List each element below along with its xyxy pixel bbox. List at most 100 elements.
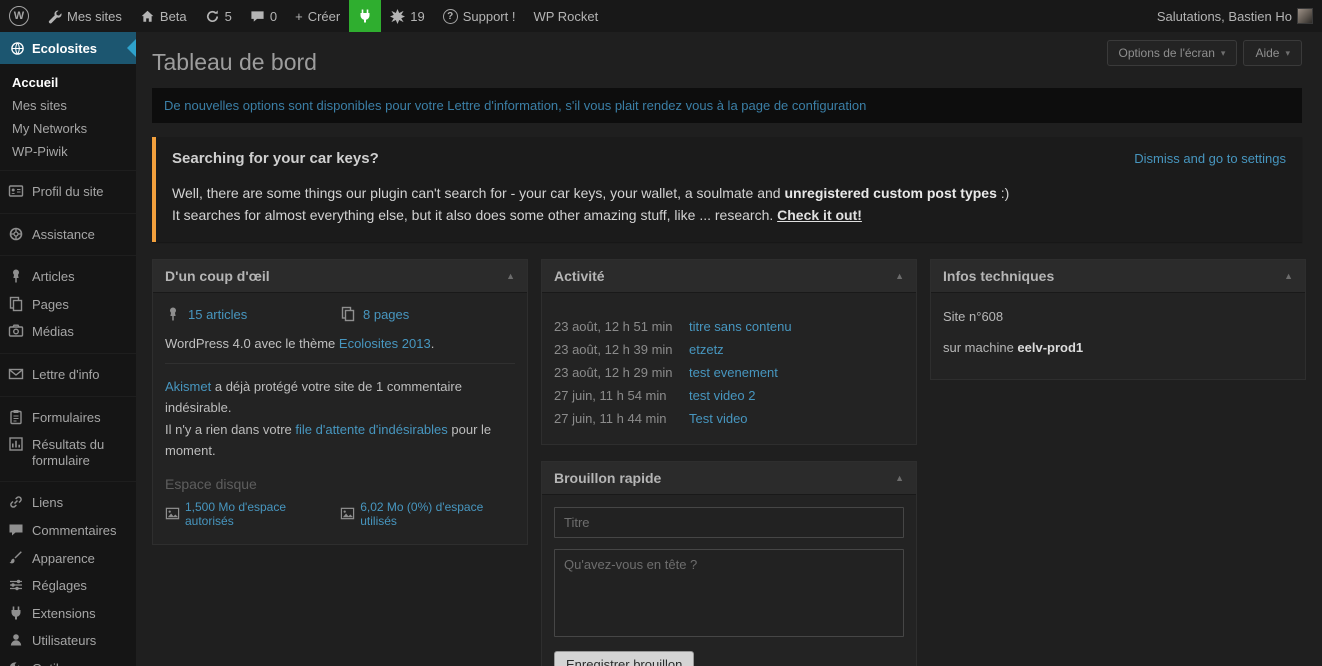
sidebar-item-liens[interactable]: Liens xyxy=(0,489,136,517)
pages-icon xyxy=(8,296,24,312)
widget-title: Infos techniques xyxy=(943,268,1054,284)
sidebar-item-ecolosites[interactable]: Ecolosites xyxy=(0,32,136,64)
quick-draft-widget-header[interactable]: Brouillon rapide ▲ xyxy=(542,462,916,495)
spam-queue-link[interactable]: file d'attente d'indésirables xyxy=(295,422,447,437)
pushpin-icon xyxy=(165,306,181,322)
image-icon xyxy=(165,506,180,521)
check-it-out-link[interactable]: Check it out! xyxy=(777,207,862,223)
help-button[interactable]: Aide ▾ xyxy=(1243,40,1302,66)
comment-icon xyxy=(250,9,265,24)
disk-allowed-link[interactable]: 1,500 Mo d'espace autorisés xyxy=(185,500,330,528)
akismet-link[interactable]: Akismet xyxy=(165,379,211,394)
newsletter-update-link[interactable]: De nouvelles options sont disponibles po… xyxy=(164,98,866,113)
sidebar-group-newsletter: Lettre d'info xyxy=(0,353,136,396)
notice-text: It searches for almost everything else, … xyxy=(172,207,777,223)
activity-widget-header[interactable]: Activité ▲ xyxy=(542,260,916,293)
column-2: Activité ▲ 23 août, 12 h 51 min titre sa… xyxy=(541,259,917,666)
sidebar-group-assistance: Assistance xyxy=(0,213,136,256)
notifications-button[interactable]: 19 xyxy=(381,0,433,32)
sidebar-item-label: Extensions xyxy=(32,606,128,622)
search-notice-title: Searching for your car keys? xyxy=(172,150,379,167)
collapse-icon[interactable]: ▲ xyxy=(1284,271,1293,281)
sidebar-item-apparence[interactable]: Apparence xyxy=(0,545,136,573)
my-sites-menu[interactable]: Mes sites xyxy=(38,0,131,32)
sidebar-item-label: Résultats du formulaire xyxy=(32,437,128,468)
sidebar-item-label: Articles xyxy=(32,269,128,285)
activity-post-link[interactable]: Test video xyxy=(689,411,748,426)
draft-content-textarea[interactable] xyxy=(554,549,904,637)
notice-text: :) xyxy=(997,185,1009,201)
activity-row: 23 août, 12 h 29 min test evenement xyxy=(542,361,916,384)
collapse-icon[interactable]: ▲ xyxy=(506,271,515,281)
admin-bar: W Mes sites Beta 5 0 + Créer 19 xyxy=(0,0,1322,32)
tech-info-widget: Infos techniques ▲ Site n°608 sur machin… xyxy=(930,259,1306,380)
notice-text: Well, there are some things our plugin c… xyxy=(172,185,784,201)
activity-post-link[interactable]: test video 2 xyxy=(689,388,756,403)
tech-info-widget-header[interactable]: Infos techniques ▲ xyxy=(931,260,1305,293)
account-menu[interactable]: Salutations, Bastien Ho xyxy=(1148,0,1322,32)
comment-icon xyxy=(8,522,24,538)
sidebar-item-outils[interactable]: Outils xyxy=(0,655,136,666)
activity-post-link[interactable]: titre sans contenu xyxy=(689,319,792,334)
sidebar-item-accueil[interactable]: Accueil xyxy=(0,71,136,94)
updates-button[interactable]: 5 xyxy=(196,0,241,32)
sidebar-item-lettre-dinfo[interactable]: Lettre d'info xyxy=(0,361,136,389)
sidebar-site-title: Ecolosites xyxy=(32,41,97,56)
comments-button[interactable]: 0 xyxy=(241,0,286,32)
activity-date: 27 juin, 11 h 54 min xyxy=(554,388,689,403)
sidebar-item-profil-du-site[interactable]: Profil du site xyxy=(0,178,136,206)
screen-options-button[interactable]: Options de l'écran ▾ xyxy=(1107,40,1238,66)
sidebar-item-mes-sites[interactable]: Mes sites xyxy=(0,94,136,117)
sidebar-item-my-networks[interactable]: My Networks xyxy=(0,117,136,140)
wp-rocket-menu[interactable]: WP Rocket xyxy=(524,0,607,32)
theme-link[interactable]: Ecolosites 2013 xyxy=(339,336,431,351)
version-text: . xyxy=(431,336,435,351)
sidebar-item-pages[interactable]: Pages xyxy=(0,291,136,319)
sidebar-item-resultats-formulaire[interactable]: Résultats du formulaire xyxy=(0,431,136,474)
chevron-down-icon: ▾ xyxy=(1221,48,1226,59)
support-button[interactable]: ? Support ! xyxy=(434,0,525,32)
comments-count: 0 xyxy=(270,9,277,24)
sidebar-item-label: Profil du site xyxy=(32,184,128,200)
glance-widget-header[interactable]: D'un coup d'œil ▲ xyxy=(153,260,527,293)
dashboard-columns: D'un coup d'œil ▲ 15 articles 8 pages xyxy=(152,259,1302,666)
home-icon xyxy=(140,9,155,24)
notice-bold-text: unregistered custom post types xyxy=(784,185,996,201)
draft-title-input[interactable] xyxy=(554,507,904,538)
plus-icon: + xyxy=(295,9,303,24)
sidebar-item-utilisateurs[interactable]: Utilisateurs xyxy=(0,627,136,655)
greeting-label: Salutations, Bastien Ho xyxy=(1157,9,1292,24)
sidebar-item-label: Pages xyxy=(32,297,128,313)
sidebar-group-profile: Profil du site xyxy=(0,170,136,213)
activity-date: 23 août, 12 h 51 min xyxy=(554,319,689,334)
page-title: Tableau de bord xyxy=(152,40,317,76)
sidebar-group-site: Liens Commentaires Apparence Réglages Ex… xyxy=(0,481,136,666)
sidebar-item-reglages[interactable]: Réglages xyxy=(0,572,136,600)
pages-count-link[interactable]: 8 pages xyxy=(363,307,409,322)
sidebar-item-wp-piwik[interactable]: WP-Piwik xyxy=(0,140,136,163)
camera-icon xyxy=(8,323,24,339)
sidebar-item-assistance[interactable]: Assistance xyxy=(0,221,136,249)
quick-draft-widget-body: Enregistrer brouillon xyxy=(542,495,916,666)
posts-count-link[interactable]: 15 articles xyxy=(188,307,247,322)
wp-logo-button[interactable]: W xyxy=(0,0,38,32)
sidebar-item-formulaires[interactable]: Formulaires xyxy=(0,404,136,432)
sidebar-item-extensions[interactable]: Extensions xyxy=(0,600,136,628)
dismiss-settings-link[interactable]: Dismiss and go to settings xyxy=(1134,151,1286,166)
wordpress-version-line: WordPress 4.0 avec le thème Ecolosites 2… xyxy=(165,332,515,364)
sidebar-item-medias[interactable]: Médias xyxy=(0,318,136,346)
sliders-icon xyxy=(8,577,24,593)
site-name-menu[interactable]: Beta xyxy=(131,0,196,32)
sidebar-item-articles[interactable]: Articles xyxy=(0,263,136,291)
new-content-button[interactable]: + Créer xyxy=(286,0,349,32)
tools-icon xyxy=(8,660,24,666)
activity-post-link[interactable]: etzetz xyxy=(689,342,724,357)
collapse-icon[interactable]: ▲ xyxy=(895,271,904,281)
activity-post-link[interactable]: test evenement xyxy=(689,365,778,380)
collapse-icon[interactable]: ▲ xyxy=(895,473,904,483)
save-draft-button[interactable]: Enregistrer brouillon xyxy=(554,651,694,666)
newsletter-update-notice: De nouvelles options sont disponibles po… xyxy=(152,88,1302,123)
plugin-green-button[interactable] xyxy=(349,0,381,32)
disk-used-link[interactable]: 6,02 Mo (0%) d'espace utilisés xyxy=(360,500,515,528)
sidebar-item-commentaires[interactable]: Commentaires xyxy=(0,517,136,545)
